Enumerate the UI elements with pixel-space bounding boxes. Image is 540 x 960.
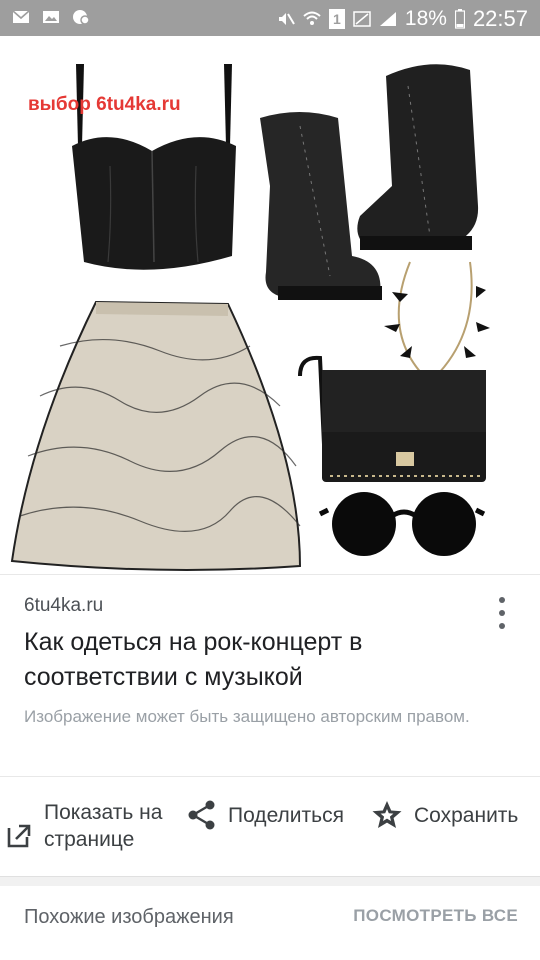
save-label: Сохранить [414, 803, 519, 827]
status-bar: 1 18% 22:57 [0, 0, 540, 36]
open-in-new-icon [7, 824, 31, 848]
spike-necklace-illustration [384, 261, 490, 384]
more-vert-icon [499, 597, 505, 603]
email-icon [12, 10, 30, 23]
share-icon [188, 800, 215, 830]
similar-images-section: Похожие изображения ПОСМОТРЕТЬ ВСЕ [0, 886, 540, 960]
notification-icons [12, 9, 90, 25]
section-divider [0, 876, 540, 886]
image-icon [43, 11, 59, 23]
result-title[interactable]: Как одеться на рок-концерт в соответстви… [24, 625, 504, 695]
similar-images-title: Похожие изображения [24, 906, 234, 928]
battery-percent: 18% [404, 7, 447, 30]
sunglasses-illustration [318, 492, 486, 556]
lace-skirt-illustration [10, 300, 302, 571]
save-button[interactable]: Сохранить [370, 799, 518, 831]
sim-badge: 1 [328, 9, 345, 29]
share-label: Поделиться [228, 803, 344, 827]
outfit-collage [10, 64, 490, 571]
result-info: 6tu4ka.ru Как одеться на рок-концерт в с… [0, 574, 540, 776]
result-image[interactable]: выбор 6tu4ka.ru [0, 36, 540, 574]
boots-illustration [260, 64, 479, 300]
action-bar: Показать на странице Поделиться Сохранит… [0, 776, 540, 876]
show-on-page-button[interactable]: Показать на странице [4, 799, 162, 853]
watermark-text: выбор 6tu4ka.ru [28, 94, 181, 115]
share-button[interactable]: Поделиться [186, 799, 344, 831]
battery-icon [454, 9, 465, 29]
clock: 22:57 [472, 6, 528, 31]
wifi-icon [303, 11, 321, 25]
see-all-button[interactable]: ПОСМОТРЕТЬ ВСЕ [353, 906, 518, 926]
source-site[interactable]: 6tu4ka.ru [24, 595, 103, 617]
handbag-illustration [298, 355, 486, 482]
no-signal-icon [353, 11, 371, 27]
signal-icon [379, 12, 396, 26]
system-icons: 1 18% 22:57 [277, 6, 528, 32]
copyright-notice: Изображение может быть защищено авторски… [24, 707, 470, 726]
show-on-page-label: Показать на странице [44, 801, 163, 851]
star-icon [372, 801, 402, 828]
mute-icon [278, 13, 295, 25]
app-notification-icon [73, 10, 90, 25]
